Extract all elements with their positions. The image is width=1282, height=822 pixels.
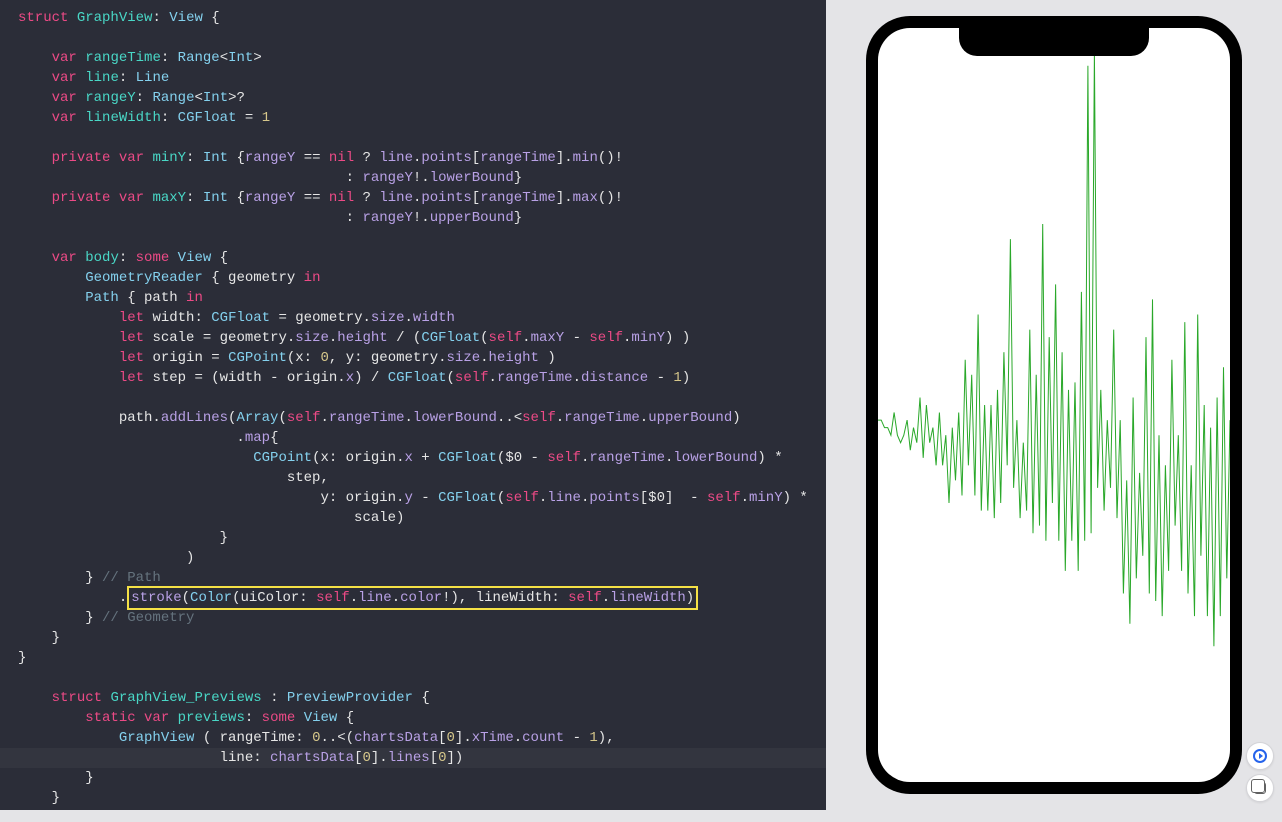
code-editor[interactable]: struct GraphView: View { var rangeTime: … bbox=[0, 0, 826, 810]
preview-controls bbox=[1246, 742, 1274, 802]
code-line[interactable]: .stroke(Color(uiColor: self.line.color!)… bbox=[0, 588, 826, 608]
code-line[interactable]: } bbox=[0, 528, 826, 548]
highlighted-stroke-call: stroke(Color(uiColor: self.line.color!),… bbox=[127, 586, 698, 610]
code-line[interactable] bbox=[0, 388, 826, 408]
code-line[interactable]: var rangeTime: Range<Int> bbox=[0, 48, 826, 68]
code-line[interactable]: let step = (width - origin.x) / CGFloat(… bbox=[0, 368, 826, 388]
code-line[interactable]: CGPoint(x: origin.x + CGFloat($0 - self.… bbox=[0, 448, 826, 468]
duplicate-preview-button[interactable] bbox=[1246, 774, 1274, 802]
code-line[interactable] bbox=[0, 28, 826, 48]
code-line[interactable]: private var minY: Int {rangeY == nil ? l… bbox=[0, 148, 826, 168]
device-frame bbox=[866, 16, 1242, 794]
code-line[interactable]: } bbox=[0, 628, 826, 648]
device-screen bbox=[878, 28, 1230, 782]
code-line[interactable]: } // Geometry bbox=[0, 608, 826, 628]
code-line[interactable] bbox=[0, 228, 826, 248]
code-container: struct GraphView: View { var rangeTime: … bbox=[0, 8, 826, 808]
app-root: struct GraphView: View { var rangeTime: … bbox=[0, 0, 1282, 822]
code-line[interactable]: y: origin.y - CGFloat(self.line.points[$… bbox=[0, 488, 826, 508]
code-line[interactable]: } bbox=[0, 648, 826, 668]
code-line[interactable] bbox=[0, 128, 826, 148]
code-line[interactable]: var line: Line bbox=[0, 68, 826, 88]
code-line[interactable]: var lineWidth: CGFloat = 1 bbox=[0, 108, 826, 128]
code-line[interactable]: let width: CGFloat = geometry.size.width bbox=[0, 308, 826, 328]
code-line[interactable]: } // Path bbox=[0, 568, 826, 588]
code-line[interactable]: struct GraphView_Previews : PreviewProvi… bbox=[0, 688, 826, 708]
code-line[interactable]: .map{ bbox=[0, 428, 826, 448]
code-line[interactable]: } bbox=[0, 768, 826, 788]
device-notch bbox=[959, 28, 1149, 56]
preview-pane bbox=[826, 0, 1282, 810]
code-line[interactable] bbox=[0, 668, 826, 688]
code-line[interactable]: static var previews: some View { bbox=[0, 708, 826, 728]
code-line[interactable]: scale) bbox=[0, 508, 826, 528]
code-line[interactable]: step, bbox=[0, 468, 826, 488]
code-line[interactable]: : rangeY!.lowerBound} bbox=[0, 168, 826, 188]
code-line[interactable]: line: chartsData[0].lines[0]) bbox=[0, 748, 826, 768]
code-line[interactable]: let origin = CGPoint(x: 0, y: geometry.s… bbox=[0, 348, 826, 368]
code-line[interactable]: var body: some View { bbox=[0, 248, 826, 268]
code-line[interactable]: struct GraphView: View { bbox=[0, 8, 826, 28]
code-line[interactable]: GraphView ( rangeTime: 0..<(chartsData[0… bbox=[0, 728, 826, 748]
play-icon bbox=[1253, 749, 1267, 763]
duplicate-icon bbox=[1254, 782, 1266, 794]
code-line[interactable]: ) bbox=[0, 548, 826, 568]
graph-line-chart bbox=[878, 28, 1230, 782]
code-line[interactable]: GeometryReader { geometry in bbox=[0, 268, 826, 288]
code-line[interactable]: Path { path in bbox=[0, 288, 826, 308]
code-line[interactable]: : rangeY!.upperBound} bbox=[0, 208, 826, 228]
live-preview-button[interactable] bbox=[1246, 742, 1274, 770]
code-line[interactable]: let scale = geometry.size.height / (CGFl… bbox=[0, 328, 826, 348]
code-line[interactable]: } bbox=[0, 788, 826, 808]
code-line[interactable]: path.addLines(Array(self.rangeTime.lower… bbox=[0, 408, 826, 428]
code-line[interactable]: private var maxY: Int {rangeY == nil ? l… bbox=[0, 188, 826, 208]
code-line[interactable]: var rangeY: Range<Int>? bbox=[0, 88, 826, 108]
